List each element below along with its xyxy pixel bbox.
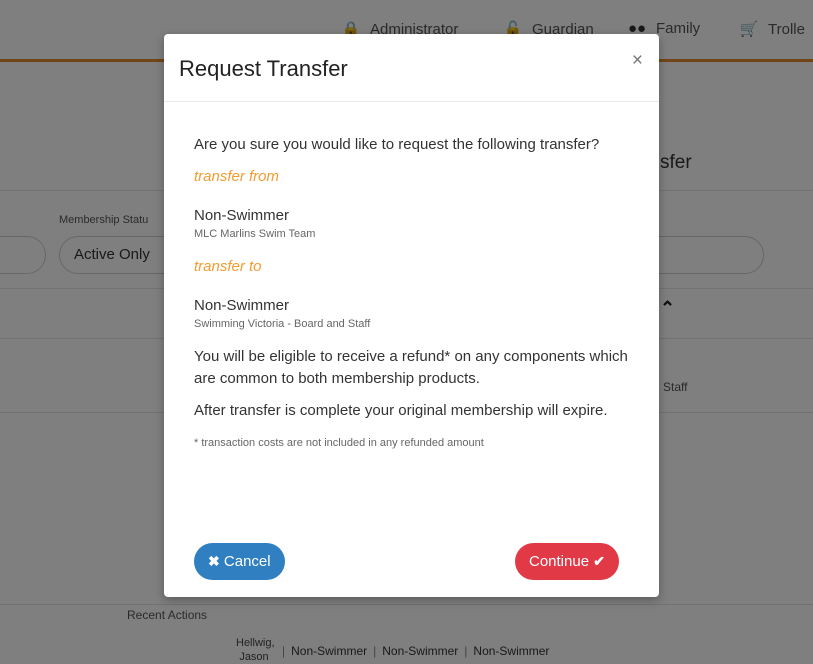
check-icon: ✔ xyxy=(593,553,605,569)
continue-label: Continue xyxy=(529,553,590,570)
to-product-org: Swimming Victoria - Board and Staff xyxy=(194,318,371,330)
request-transfer-modal: Request Transfer × Are you sure you woul… xyxy=(164,34,659,597)
from-product-name: Non-Swimmer xyxy=(194,207,290,224)
modal-body: Are you sure you would like to request t… xyxy=(164,102,659,454)
to-product-name: Non-Swimmer xyxy=(194,297,290,314)
from-product-org: MLC Marlins Swim Team xyxy=(194,228,316,240)
transfer-from-label: transfer from xyxy=(194,168,280,185)
refund-footnote: * transaction costs are not included in … xyxy=(194,437,484,449)
cancel-label: Cancel xyxy=(223,553,271,570)
modal-title: Request Transfer xyxy=(179,56,348,81)
continue-button[interactable]: Continue ✔ xyxy=(515,543,619,580)
transfer-to-label: transfer to xyxy=(194,258,262,275)
modal-header: Request Transfer × xyxy=(164,34,659,102)
refund-text: You will be eligible to receive a refund… xyxy=(194,348,628,387)
expire-text: After transfer is complete your original… xyxy=(194,402,608,419)
confirmation-question: Are you sure you would like to request t… xyxy=(194,136,600,153)
cancel-button[interactable]: ✖ Cancel xyxy=(194,543,285,580)
close-icon[interactable]: × xyxy=(632,50,643,72)
times-icon: ✖ xyxy=(208,553,220,569)
